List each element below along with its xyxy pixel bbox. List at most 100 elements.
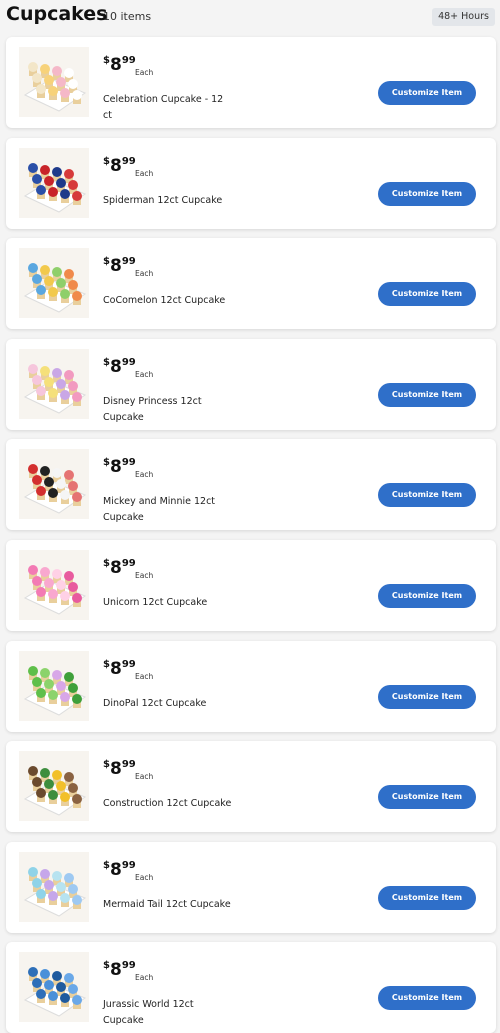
cupcake-frosting: [48, 186, 58, 197]
product-image[interactable]: [19, 851, 89, 922]
cupcake-tray-illustration: [23, 162, 87, 213]
customize-item-button[interactable]: Customize Item: [378, 81, 476, 105]
cupcake-frosting: [64, 369, 74, 380]
cupcake-frosting: [44, 779, 54, 790]
customize-item-button[interactable]: Customize Item: [378, 785, 476, 810]
cupcake-frosting: [36, 587, 46, 597]
cupcake-frosting: [72, 593, 82, 603]
cupcake-frosting: [68, 79, 78, 89]
cupcake-frosting: [40, 64, 50, 74]
cupcake-frosting: [36, 788, 46, 799]
cupcake-frosting: [48, 689, 58, 700]
product-name[interactable]: Mickey and Minnie 12ct Cupcake: [103, 494, 233, 526]
product-name[interactable]: Mermaid Tail 12ct Cupcake: [103, 897, 233, 913]
price-cents: 99: [121, 457, 136, 469]
price-cents: 99: [121, 256, 136, 268]
cupcake-frosting: [28, 62, 38, 72]
product-name[interactable]: Disney Princess 12ct Cupcake: [103, 394, 233, 426]
product-image[interactable]: [19, 47, 89, 117]
product-name[interactable]: Jurassic World 12ct Cupcake: [103, 997, 233, 1029]
cupcake-frosting: [56, 479, 66, 490]
product-name[interactable]: DinoPal 12ct Cupcake: [103, 696, 233, 712]
cupcake-frosting: [36, 989, 46, 1000]
product-price: $899: [103, 457, 136, 478]
price-dollars: 8: [109, 457, 122, 478]
cupcake-frosting: [52, 66, 62, 76]
cupcake-frosting: [60, 892, 70, 903]
product-card[interactable]: $899 Each Mickey and Minnie 12ct Cupcake Cu…: [6, 439, 496, 531]
cupcake-frosting: [68, 682, 78, 693]
cupcake-frosting: [56, 177, 66, 188]
product-card[interactable]: $899 Each Celebration Cupcake - 12 ct Custo…: [6, 37, 496, 128]
cupcake-frosting: [32, 978, 42, 989]
product-image[interactable]: [19, 751, 89, 822]
product-card[interactable]: $899 Each CoComelon 12ct Cupcake Customize …: [6, 238, 496, 330]
cupcake-frosting: [36, 687, 46, 698]
cupcake-frosting: [44, 980, 54, 991]
product-name[interactable]: Spiderman 12ct Cupcake: [103, 193, 233, 209]
cupcake-tray-illustration: [23, 866, 87, 917]
price-cents: 99: [121, 759, 136, 771]
cupcake-frosting: [36, 385, 46, 396]
cupcake-frosting: [60, 188, 70, 199]
product-price: $899: [103, 960, 136, 981]
cupcake-frosting: [60, 691, 70, 702]
product-image[interactable]: [19, 348, 89, 419]
cupcake-frosting: [40, 868, 50, 879]
product-card[interactable]: $899 Each Construction 12ct Cupcake Customi…: [6, 741, 496, 833]
product-image[interactable]: [19, 248, 89, 319]
price-dollars: 8: [109, 960, 122, 981]
cupcake-frosting: [72, 894, 82, 905]
product-name[interactable]: CoComelon 12ct Cupcake: [103, 293, 233, 309]
product-card[interactable]: $899 Each DinoPal 12ct Cupcake Customize It…: [6, 640, 496, 732]
product-card[interactable]: $899 Each Mermaid Tail 12ct Cupcake Customi…: [6, 841, 496, 933]
price-dollars: 8: [109, 859, 122, 880]
product-name[interactable]: Celebration Cupcake - 12 ct: [103, 92, 233, 124]
cupcake-frosting: [40, 164, 50, 175]
cupcake-frosting: [32, 73, 42, 83]
customize-item-button[interactable]: Customize Item: [378, 885, 476, 910]
cupcake-frosting: [60, 792, 70, 803]
product-card[interactable]: $899 Each Spiderman 12ct Cupcake Customize …: [6, 137, 496, 229]
cupcake-frosting: [64, 973, 74, 984]
cupcake-frosting: [72, 794, 82, 805]
cupcake-frosting: [60, 289, 70, 300]
customize-item-button[interactable]: Customize Item: [378, 181, 476, 206]
customize-item-button[interactable]: Customize Item: [378, 986, 476, 1011]
product-image[interactable]: [19, 449, 89, 520]
product-name[interactable]: Construction 12ct Cupcake: [103, 796, 233, 812]
price-unit: Each: [135, 872, 154, 882]
cupcake-frosting: [64, 671, 74, 682]
product-image[interactable]: [19, 550, 89, 620]
cupcake-frosting: [36, 285, 46, 296]
customize-item-button[interactable]: Customize Item: [378, 584, 476, 608]
price-unit: Each: [135, 973, 154, 983]
price-cents: 99: [121, 658, 136, 670]
cupcake-frosting: [68, 481, 78, 492]
cupcake-frosting: [68, 380, 78, 391]
cupcake-frosting: [52, 569, 62, 579]
cupcake-frosting: [52, 267, 62, 278]
cupcake-tray-illustration: [23, 967, 87, 1017]
cupcake-frosting: [48, 790, 58, 801]
product-card[interactable]: $899 Each Unicorn 12ct Cupcake Customize It…: [6, 540, 496, 631]
product-image[interactable]: [19, 952, 89, 1023]
cupcake-frosting: [28, 967, 38, 978]
cupcake-frosting: [72, 291, 82, 302]
customize-item-button[interactable]: Customize Item: [378, 483, 476, 508]
product-card[interactable]: $899 Each Disney Princess 12ct Cupcake Cust…: [6, 338, 496, 430]
customize-item-button[interactable]: Customize Item: [378, 282, 476, 307]
product-image[interactable]: [19, 650, 89, 721]
cupcake-frosting: [48, 287, 58, 298]
customize-item-button[interactable]: Customize Item: [378, 382, 476, 407]
customize-item-button[interactable]: Customize Item: [378, 684, 476, 709]
page-header: Cupcakes 10 items 48+ Hours: [0, 0, 500, 34]
product-name[interactable]: Unicorn 12ct Cupcake: [103, 595, 233, 611]
cupcake-tray-illustration: [23, 363, 87, 414]
product-image[interactable]: [19, 147, 89, 218]
cupcake-frosting: [28, 866, 38, 877]
cupcake-frosting: [44, 678, 54, 689]
product-card[interactable]: $899 Each Jurassic World 12ct Cupcake Custo…: [6, 942, 496, 1033]
item-count: 10 items: [103, 10, 152, 23]
cupcake-frosting: [56, 580, 66, 590]
